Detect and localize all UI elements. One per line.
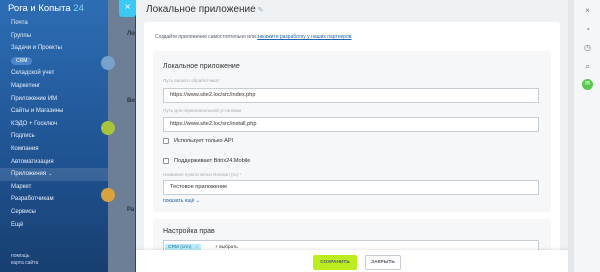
sidebar-footer: помощь карта сайта — [11, 253, 38, 267]
section-title: Настройка прав — [163, 228, 215, 235]
sidebar-item-mail[interactable]: Почта — [0, 17, 108, 30]
sidebar-item-applications[interactable]: Приложения ⌄ — [0, 168, 108, 181]
show-more-link[interactable]: показать ещё ⌄ — [163, 198, 200, 204]
install-path-input[interactable]: https://www.site2.loc/src/install.php — [163, 117, 539, 132]
api-only-checkbox[interactable]: Использует только API — [163, 138, 233, 144]
checkbox-box[interactable] — [163, 158, 169, 164]
sidebar-item-developers[interactable]: Разработчикам — [0, 193, 108, 206]
search-icon[interactable]: ⌕ — [583, 62, 592, 71]
pencil-icon[interactable]: ✎ — [258, 7, 264, 14]
close-icon[interactable]: × — [583, 6, 592, 15]
menu-name-input[interactable]: Тестовое приложение — [163, 180, 539, 195]
close-button[interactable]: ЗАКРЫТЬ — [365, 255, 401, 270]
sidebar-item-crm[interactable]: CRM — [0, 55, 108, 68]
sidebar-item-services[interactable]: Сервисы — [0, 206, 108, 219]
bottom-button-bar: СОХРАНИТЬ ЗАКРЫТЬ — [136, 250, 569, 272]
left-sidebar: Рога и Копыта 24 Почта Группы Задачи и П… — [0, 0, 108, 272]
section-title: Локальное приложение — [163, 63, 240, 70]
sidebar-item-marketing[interactable]: Маркетинг — [0, 80, 108, 93]
sidebar-item-market[interactable]: Маркет — [0, 181, 108, 194]
sitemap-link[interactable]: карта сайта — [11, 260, 38, 267]
app-slider-panel: Локальное приложение ✎ Создайте приложени… — [136, 0, 569, 272]
mid-label: Ло — [127, 31, 135, 37]
clock-icon[interactable]: ◷ — [583, 43, 592, 52]
handler-path-input[interactable]: https://www.site2.loc/src/index.php — [163, 88, 539, 103]
mid-label: Ра — [127, 207, 135, 213]
install-label: Путь для первоначальной установки — [163, 108, 242, 113]
chat-icon[interactable]: ✉ — [582, 79, 593, 90]
save-button[interactable]: СОХРАНИТЬ — [313, 255, 357, 270]
right-toolbar: × ◔ ◷ ⌕ ✉ — [573, 0, 600, 272]
partners-link[interactable]: закажите разработку у наших партнеров — [257, 34, 351, 40]
app-icon — [101, 188, 115, 202]
sidebar-nav: Почта Группы Задачи и Проекты CRM Складс… — [0, 17, 108, 231]
hint-text: Создайте приложение самостоятельно или з… — [155, 34, 352, 40]
mid-label: Ве — [127, 98, 135, 104]
notification-icon[interactable]: ◔ — [583, 25, 592, 34]
sidebar-item-app-im[interactable]: Приложение ИМ — [0, 93, 108, 106]
help-link[interactable]: помощь — [11, 253, 38, 260]
handler-label: Путь вашего обработчика* — [163, 78, 220, 83]
page-title: Локальное приложение ✎ — [146, 4, 264, 15]
sidebar-item-automation[interactable]: Автоматизация — [0, 156, 108, 169]
sidebar-item-more[interactable]: Ещё — [0, 219, 108, 232]
sidebar-item-company[interactable]: Компания — [0, 143, 108, 156]
brand-logo[interactable]: Рога и Копыта 24 — [8, 3, 84, 14]
app-icon — [101, 121, 115, 135]
local-app-section: Локальное приложение Путь вашего обработ… — [153, 51, 551, 212]
sidebar-item-inventory[interactable]: Складской учет — [0, 67, 108, 80]
sidebar-item-groups[interactable]: Группы — [0, 30, 108, 43]
close-icon[interactable]: × — [119, 0, 136, 17]
app-icon — [101, 56, 115, 70]
dimmed-content — [108, 0, 135, 272]
checkbox-box[interactable] — [163, 138, 169, 144]
sidebar-item-kedo[interactable]: КЭДО + Госключ — [0, 118, 108, 131]
chevron-down-icon: ⌄ — [195, 198, 201, 204]
chevron-down-icon: ⌄ — [48, 171, 53, 178]
form-card: Создайте приложение самостоятельно или з… — [144, 22, 560, 272]
sidebar-item-sites[interactable]: Сайты и Магазины — [0, 105, 108, 118]
sidebar-item-sign[interactable]: Подпись — [0, 130, 108, 143]
mobile-checkbox[interactable]: Поддерживает Bitrix24.Mobile — [163, 158, 250, 164]
sidebar-item-tasks[interactable]: Задачи и Проекты — [0, 42, 108, 55]
menu-name-label: Название пункта меню Russian (ru) * — [163, 172, 242, 177]
